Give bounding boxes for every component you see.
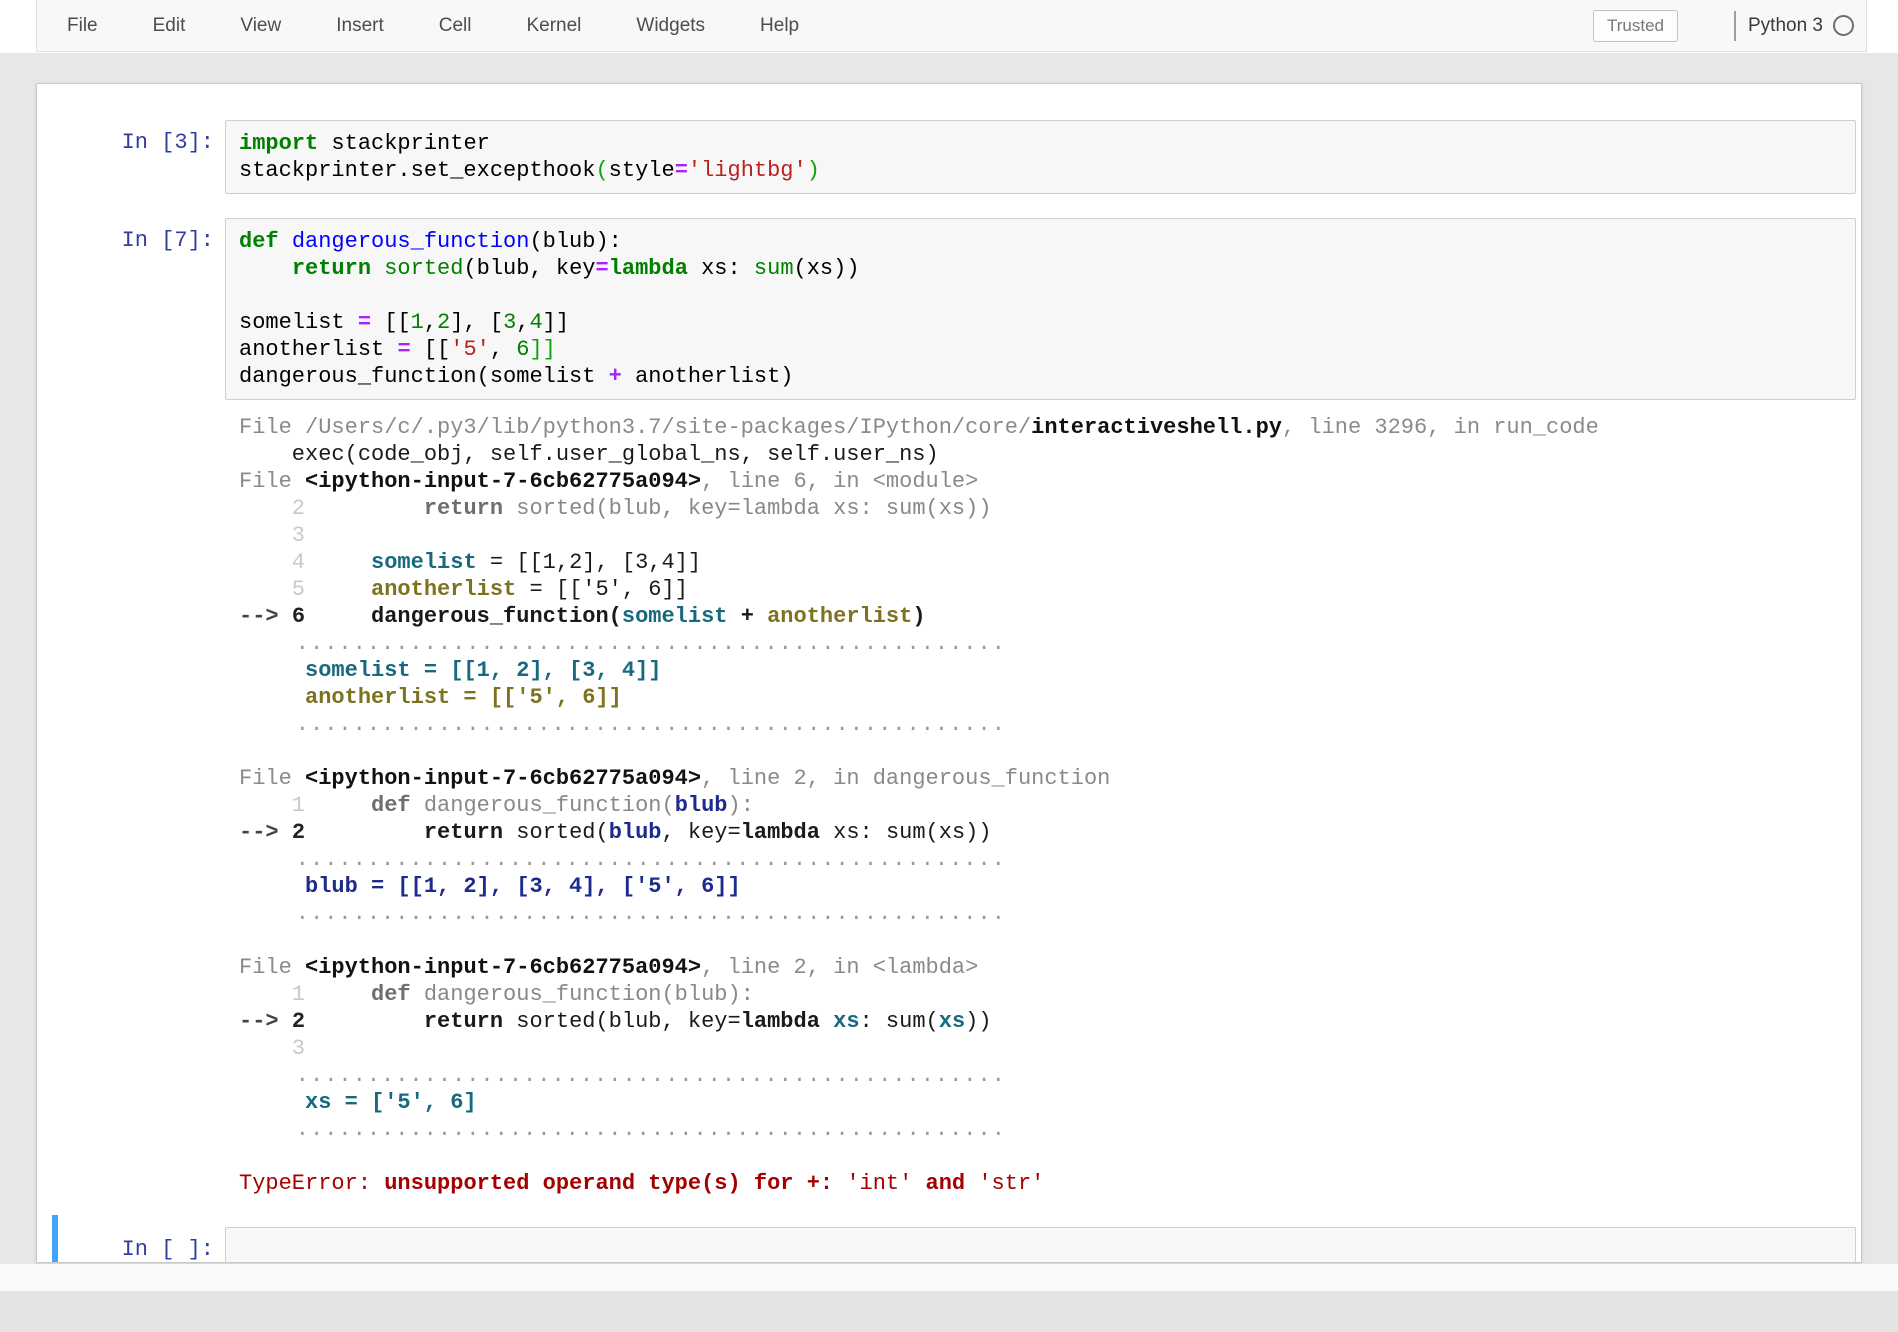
below-notebook-gray-band <box>0 1291 1898 1332</box>
code-cell-2: In [7]: def dangerous_function(blub): re… <box>52 206 1861 1215</box>
below-notebook-light-band <box>0 1264 1898 1291</box>
menu-right-section: Trusted Python 3 <box>1592 9 1866 42</box>
menu-item-help[interactable]: Help <box>760 15 799 37</box>
code-editor[interactable]: import stackprinter stackprinter.set_exc… <box>239 130 1847 184</box>
menu-item-kernel[interactable]: Kernel <box>526 15 581 37</box>
code-editor[interactable] <box>239 1237 1847 1262</box>
code-input-area[interactable] <box>225 1227 1856 1262</box>
trusted-badge[interactable]: Trusted <box>1592 9 1678 42</box>
code-input-area[interactable]: def dangerous_function(blub): return sor… <box>225 218 1856 400</box>
menu-item-cell[interactable]: Cell <box>439 15 472 37</box>
notebook-container: In [3]: import stackprinter stackprinter… <box>36 83 1862 1263</box>
menu-item-insert[interactable]: Insert <box>336 15 384 37</box>
menu-item-widgets[interactable]: Widgets <box>636 15 705 37</box>
menu-item-file[interactable]: File <box>67 15 98 37</box>
cell-output-area: File /Users/c/.py3/lib/python3.7/site-pa… <box>225 400 1856 1203</box>
kernel-status-icon <box>1833 15 1854 36</box>
empty-code-cell[interactable]: In [ ]: <box>52 1215 1861 1262</box>
code-input-area[interactable]: import stackprinter stackprinter.set_exc… <box>225 120 1856 194</box>
menu-item-view[interactable]: View <box>240 15 281 37</box>
menu-item-edit[interactable]: Edit <box>153 15 186 37</box>
menu-item-list: File Edit View Insert Cell Kernel Widgets Help <box>67 15 854 37</box>
input-prompt: In [ ]: <box>121 1237 214 1262</box>
menu-divider <box>1734 10 1736 41</box>
kernel-name-label: Python 3 <box>1748 14 1823 36</box>
menu-bar: File Edit View Insert Cell Kernel Widgets Help … <box>36 0 1867 52</box>
traceback-output: File /Users/c/.py3/lib/python3.7/site-pa… <box>239 415 1599 1196</box>
code-editor[interactable]: def dangerous_function(blub): return sor… <box>239 228 1847 390</box>
input-prompt: In [3]: <box>121 130 214 155</box>
code-cell-1: In [3]: import stackprinter stackprinter… <box>52 108 1861 206</box>
input-prompt: In [7]: <box>121 228 214 253</box>
